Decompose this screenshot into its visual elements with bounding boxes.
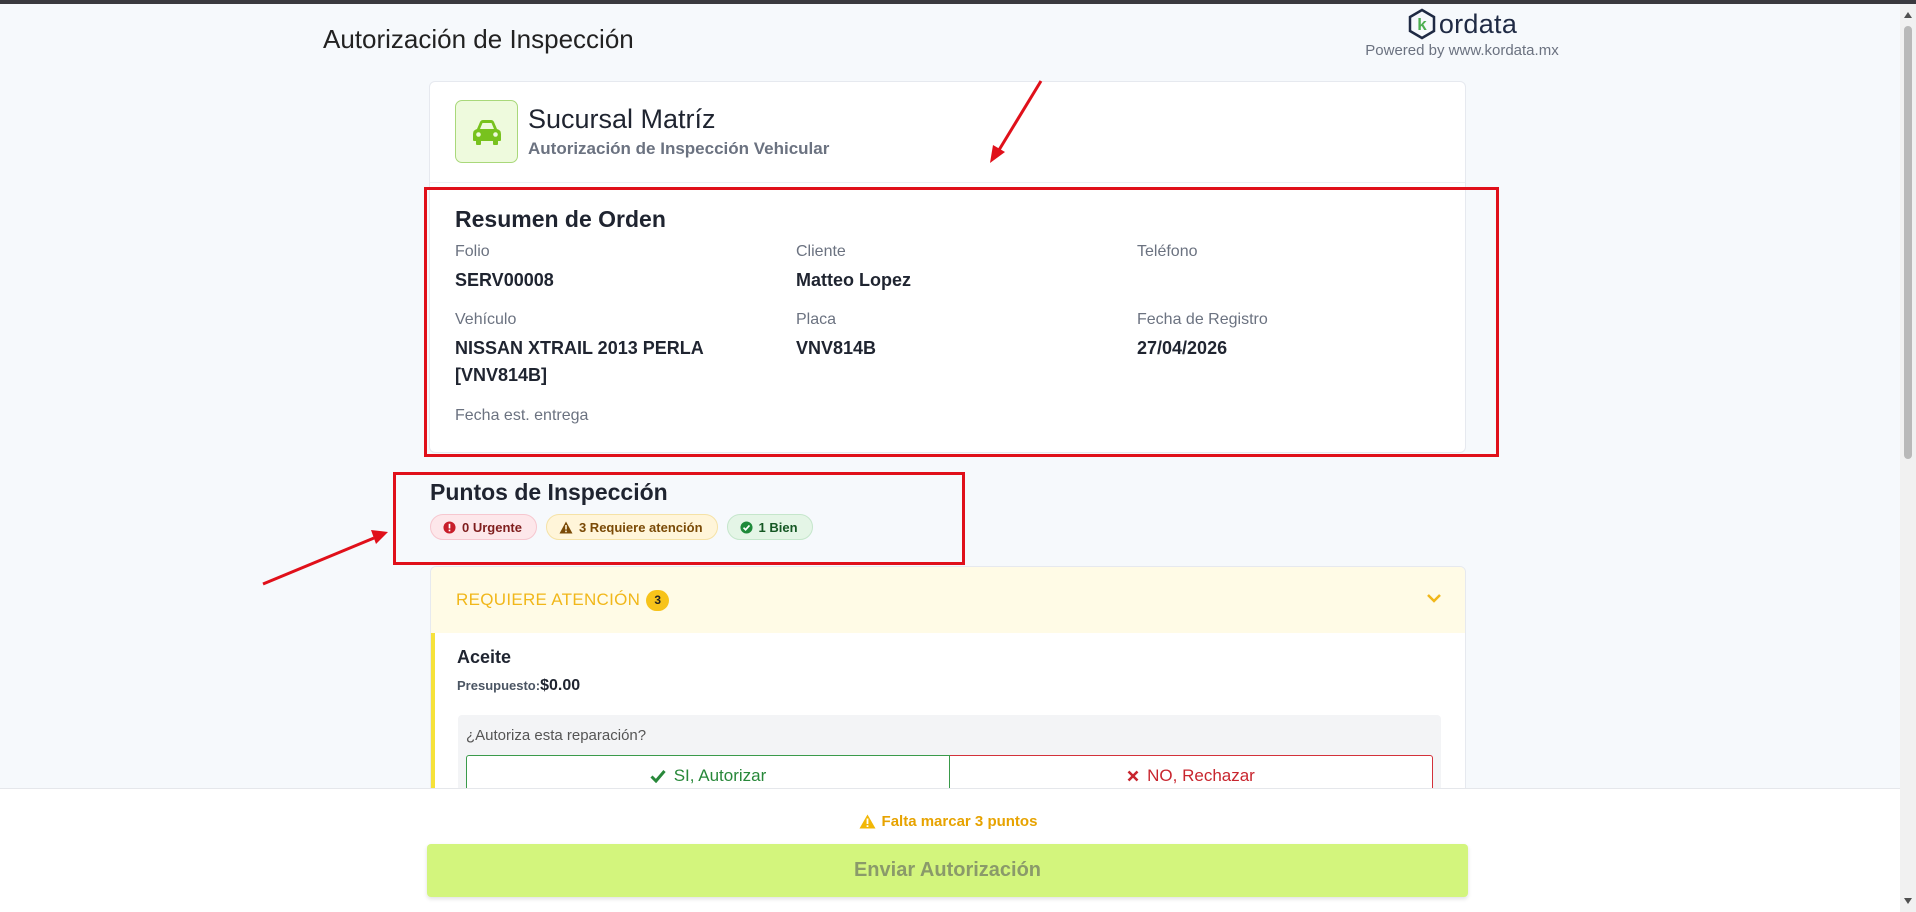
authorization-box: ¿Autoriza esta reparación? SI, Autorizar… bbox=[458, 715, 1441, 795]
attention-count-badge: 3 bbox=[646, 589, 670, 611]
item-name: Aceite bbox=[457, 647, 512, 667]
missing-points-warning-label: Falta marcar 3 puntos bbox=[881, 813, 1038, 830]
missing-points-warning: Falta marcar 3 puntos bbox=[0, 813, 1896, 830]
footer-bar: Falta marcar 3 puntos Enviar Autorizació… bbox=[0, 788, 1900, 912]
branch-subtitle: Autorización de Inspección Vehicular bbox=[528, 139, 830, 158]
annotation-box-inspection bbox=[393, 472, 965, 565]
warning-triangle-icon bbox=[859, 814, 876, 829]
attention-section-header[interactable]: REQUIERE ATENCIÓN 3 bbox=[431, 567, 1465, 633]
chevron-down-icon[interactable] bbox=[1425, 589, 1443, 607]
window-top-border bbox=[0, 0, 1916, 4]
budget-value: $0.00 bbox=[540, 677, 581, 694]
scrollbar[interactable] bbox=[1900, 4, 1916, 912]
brand-letter: k bbox=[1417, 15, 1427, 34]
page-title: Autorización de Inspección bbox=[323, 24, 634, 54]
authorize-button-label: SI, Autorizar bbox=[673, 766, 767, 785]
kordata-logo-icon: k bbox=[1408, 8, 1436, 40]
powered-by: Powered by www.kordata.mx bbox=[1365, 42, 1559, 59]
brand-logo: k ordata Powered by www.kordata.mx bbox=[1353, 8, 1571, 60]
close-icon bbox=[1127, 770, 1139, 782]
card-divider bbox=[430, 182, 1465, 183]
check-icon bbox=[650, 770, 666, 783]
attention-section-label: REQUIERE ATENCIÓN bbox=[456, 590, 641, 609]
car-icon bbox=[455, 100, 518, 163]
branch-name: Sucursal Matríz bbox=[528, 104, 716, 134]
inspection-item: Aceite Presupuesto: $0.00 ¿Autoriza esta… bbox=[431, 633, 1465, 795]
item-budget: Presupuesto: $0.00 bbox=[457, 677, 580, 695]
brand-name: ordata bbox=[1438, 8, 1518, 39]
authorization-question: ¿Autoriza esta reparación? bbox=[466, 727, 647, 744]
send-authorization-button[interactable]: Enviar Autorización bbox=[427, 844, 1468, 897]
annotation-box-summary bbox=[424, 187, 1499, 457]
scrollbar-thumb[interactable] bbox=[1904, 26, 1912, 459]
attention-section: REQUIERE ATENCIÓN 3 Aceite Presupuesto: … bbox=[430, 566, 1466, 796]
scroll-down-icon[interactable] bbox=[1903, 896, 1913, 906]
branch-header: Sucursal Matríz Autorización de Inspecci… bbox=[455, 100, 829, 163]
scroll-up-icon[interactable] bbox=[1903, 10, 1913, 20]
reject-button-label: NO, Rechazar bbox=[1147, 766, 1255, 785]
budget-label: Presupuesto: bbox=[457, 678, 541, 693]
